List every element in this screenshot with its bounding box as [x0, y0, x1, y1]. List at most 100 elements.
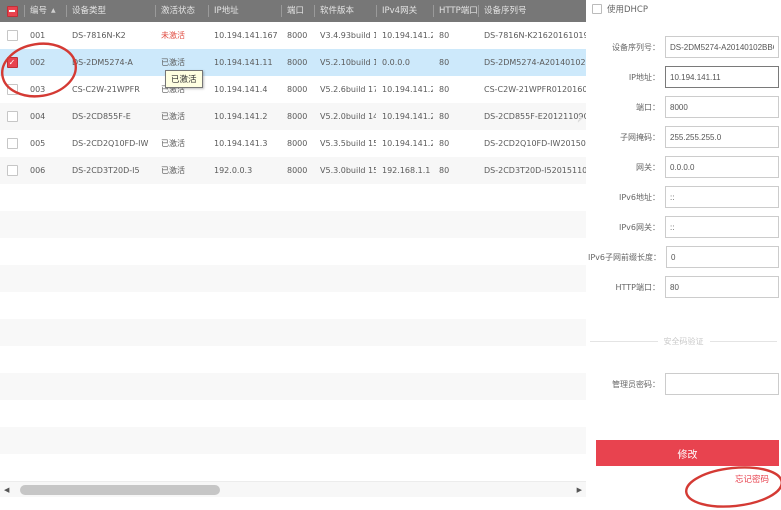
cell-port: 8000 [281, 139, 314, 148]
dhcp-checkbox[interactable] [592, 4, 602, 14]
empty-row [0, 373, 586, 400]
column-header-num[interactable]: 编号▲ [24, 5, 66, 17]
security-divider-label: 安全码验证 [664, 336, 704, 347]
column-header-port[interactable]: 端口 [281, 5, 314, 17]
field-row: IPv6地址： [588, 186, 779, 208]
cell-num: 004 [24, 112, 66, 121]
cell-serial: DS-2DM5274-A20140102BBCH [478, 58, 586, 67]
field-input-6[interactable] [665, 216, 779, 238]
horizontal-scrollbar[interactable]: ◀ ▶ [0, 481, 586, 497]
sort-asc-icon: ▲ [51, 5, 56, 17]
dhcp-label: 使用DHCP [607, 3, 648, 15]
table-row[interactable]: 006DS-2CD3T20D-I5已激活192.0.0.38000V5.3.0b… [0, 157, 586, 184]
field-row: 网关： [588, 156, 779, 178]
cell-ip: 10.194.141.2 [208, 112, 281, 121]
cell-type: DS-7816N-K2 [66, 31, 155, 40]
network-fields: 设备序列号：IP地址：端口：子网掩码：网关：IPv6地址：IPv6网关：IPv6… [588, 36, 779, 306]
table-row[interactable]: ✓002DS-2DM5274-A已激活10.194.141.118000V5.2… [0, 49, 586, 76]
forgot-password-link[interactable]: 忘记密码 [735, 473, 769, 485]
empty-row [0, 346, 586, 373]
cell-serial: DS-7816N-K21620161019CCRF [478, 31, 586, 40]
field-row: 端口： [588, 96, 779, 118]
column-header-gateway[interactable]: IPv4网关 [376, 5, 433, 17]
field-input-4[interactable] [665, 156, 779, 178]
field-label: IP地址： [588, 72, 660, 83]
status-tooltip: 已激活 [165, 70, 203, 88]
field-input-3[interactable] [665, 126, 779, 148]
field-input-1[interactable] [665, 66, 779, 88]
admin-password-row: 管理员密码： [588, 372, 779, 396]
cell-num: 003 [24, 85, 66, 94]
cell-status: 已激活 [155, 111, 208, 122]
empty-row [0, 211, 586, 238]
table-row[interactable]: 004DS-2CD855F-E已激活10.194.141.28000V5.2.0… [0, 103, 586, 130]
cell-serial: CS-C2W-21WPFR0120160225 [478, 85, 586, 94]
cell-serial: DS-2CD855F-E20121109CCC [478, 112, 586, 121]
row-checkbox[interactable] [7, 138, 18, 149]
cell-ip: 10.194.141.11 [208, 58, 281, 67]
cell-type: DS-2CD2Q10FD-IW [66, 139, 155, 148]
column-header-http[interactable]: HTTP端口 [433, 5, 478, 17]
field-input-0[interactable] [665, 36, 779, 58]
select-all-checkbox[interactable] [7, 6, 18, 17]
table-row[interactable]: 001DS-7816N-K2未激活10.194.141.1678000V3.4.… [0, 22, 586, 49]
column-header-ip[interactable]: IP地址 [208, 5, 281, 17]
field-input-7[interactable] [666, 246, 779, 268]
cell-ip: 10.194.141.167 [208, 31, 281, 40]
field-input-2[interactable] [665, 96, 779, 118]
cell-status: 未激活 [155, 30, 208, 41]
empty-row [0, 319, 586, 346]
cell-gateway: 10.194.141.254 [376, 112, 433, 121]
sadp-device-manager-window: 编号▲设备类型激活状态IP地址端口软件版本IPv4网关HTTP端口设备序列号 0… [0, 0, 781, 510]
table-row[interactable]: 003CS-C2W-21WPFR已激活10.194.141.48000V5.2.… [0, 76, 586, 103]
cell-ip: 10.194.141.3 [208, 139, 281, 148]
column-header-version[interactable]: 软件版本 [314, 5, 376, 17]
cell-gateway: 10.194.141.254 [376, 139, 433, 148]
cell-port: 8000 [281, 58, 314, 67]
empty-row [0, 265, 586, 292]
row-checkbox[interactable] [7, 165, 18, 176]
cell-http: 80 [433, 31, 478, 40]
cell-status: 已激活 [155, 57, 208, 68]
table-row[interactable]: 005DS-2CD2Q10FD-IW已激活10.194.141.38000V5.… [0, 130, 586, 157]
field-input-5[interactable] [665, 186, 779, 208]
empty-row [0, 238, 586, 265]
empty-row [0, 400, 586, 427]
row-checkbox[interactable] [7, 111, 18, 122]
cell-serial: DS-2CD3T20D-I520151102AAC [478, 166, 586, 175]
field-label: 网关： [588, 162, 660, 173]
security-divider: 安全码验证 [590, 336, 777, 347]
cell-port: 8000 [281, 31, 314, 40]
cell-num: 005 [24, 139, 66, 148]
scrollbar-thumb[interactable] [20, 485, 220, 495]
column-header-status[interactable]: 激活状态 [155, 5, 208, 17]
cell-type: DS-2CD3T20D-I5 [66, 166, 155, 175]
empty-row [0, 184, 586, 211]
cell-http: 80 [433, 58, 478, 67]
row-checkbox[interactable] [7, 84, 18, 95]
row-checkbox[interactable] [7, 30, 18, 41]
panel-collapse-handle[interactable]: › [574, 96, 586, 138]
cell-status: 已激活 [155, 138, 208, 149]
admin-password-input[interactable] [665, 373, 779, 395]
row-checkbox[interactable]: ✓ [7, 57, 18, 68]
scroll-right-icon[interactable]: ▶ [577, 485, 582, 495]
cell-gateway: 10.194.141.254 [376, 31, 433, 40]
cell-num: 006 [24, 166, 66, 175]
column-header-type[interactable]: 设备类型 [66, 5, 155, 17]
field-label: 端口： [588, 102, 660, 113]
field-row: IPv6子网前缀长度： [588, 246, 779, 268]
field-label: IPv6网关： [588, 222, 660, 233]
field-row: HTTP端口： [588, 276, 779, 298]
cell-version: V5.2.6build 1701... [314, 85, 376, 94]
field-input-8[interactable] [665, 276, 779, 298]
modify-button[interactable]: 修改 [596, 440, 779, 466]
empty-row [0, 427, 586, 454]
admin-password-label: 管理员密码： [588, 379, 660, 390]
column-header-serial[interactable]: 设备序列号 [478, 5, 586, 17]
cell-gateway: 10.194.141.254 [376, 85, 433, 94]
scroll-left-icon[interactable]: ◀ [4, 485, 9, 495]
cell-port: 8000 [281, 112, 314, 121]
cell-type: CS-C2W-21WPFR [66, 85, 155, 94]
modify-network-panel: 使用DHCP 设备序列号：IP地址：端口：子网掩码：网关：IPv6地址：IPv6… [586, 0, 781, 510]
